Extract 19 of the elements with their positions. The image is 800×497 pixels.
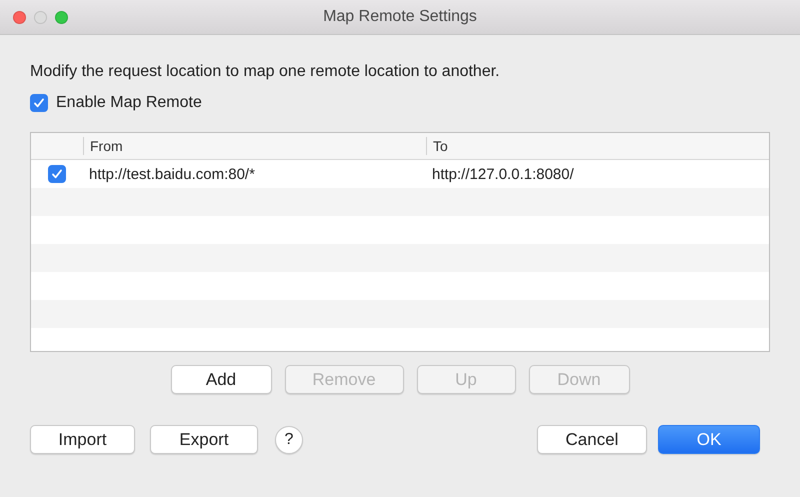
description-text: Modify the request location to map one remote location to another.: [30, 63, 501, 82]
column-header[interactable]: To: [426, 137, 769, 155]
cancel-button[interactable]: Cancel: [537, 425, 647, 454]
checkbox-label: Enable Map Remote: [56, 94, 202, 112]
checkmark-icon: [51, 168, 63, 180]
window-title: Map Remote Settings: [323, 8, 477, 26]
column-header[interactable]: From: [83, 137, 426, 155]
help-button[interactable]: ?: [275, 426, 303, 454]
ok-button[interactable]: OK: [658, 425, 760, 454]
table-cell-text: http://test.baidu.com:80/*: [88, 166, 256, 182]
table-action-button[interactable]: Add: [170, 365, 272, 394]
checkbox[interactable]: [30, 94, 48, 112]
table-cell-text: http://127.0.0.1:8080/: [431, 166, 575, 182]
checkmark-icon: [33, 97, 45, 109]
close-button[interactable]: [13, 10, 26, 24]
import-button[interactable]: Import: [30, 425, 135, 454]
export-button[interactable]: Export: [150, 425, 258, 454]
checkbox[interactable]: [48, 165, 66, 183]
zoom-button[interactable]: [55, 10, 68, 24]
